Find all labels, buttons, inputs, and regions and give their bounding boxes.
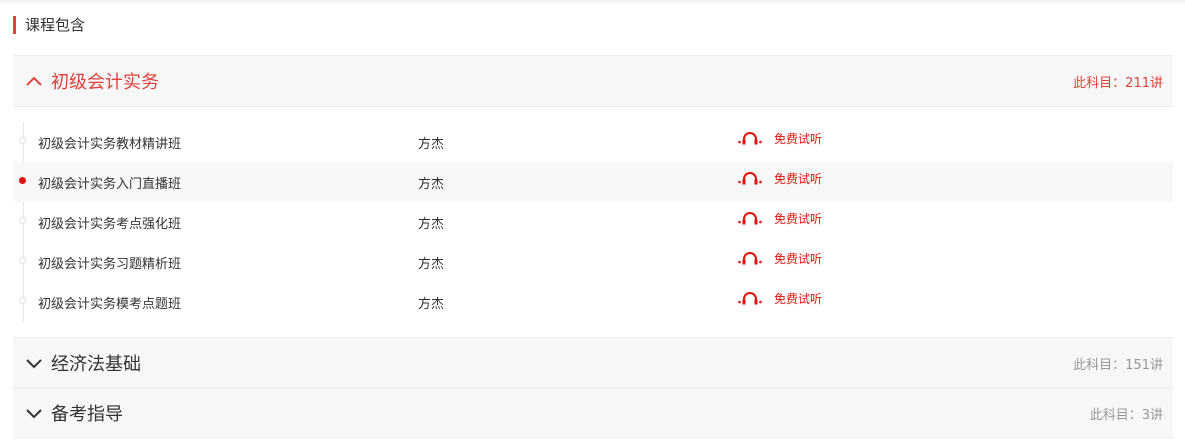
section-title-text: 课程包含 [25,16,86,34]
subject-name: 备考指导 [51,404,123,425]
subject-name: 初级会计实务 [51,72,159,93]
course-name: 初级会计实务考点强化班 [38,217,182,232]
subject-name: 经济法基础 [51,354,141,375]
title-accent-bar [13,16,16,34]
free-trial-link[interactable]: 免费试听 [738,209,822,227]
free-trial-link[interactable]: 免费试听 [738,169,822,187]
course-name: 初级会计实务入门直播班 [38,177,182,192]
timeline-dot [19,297,26,304]
subject-count: 此科目：3讲 [1089,407,1163,423]
free-trial-label: 免费试听 [774,171,823,186]
subject-header-3[interactable]: 备考指导 此科目：3讲 [13,388,1173,438]
chevron-down-icon [19,353,49,373]
subject-header-2[interactable]: 经济法基础 此科目：151讲 [13,337,1173,388]
headphones-icon [738,172,762,185]
free-trial-link[interactable]: 免费试听 [738,249,822,267]
subject-count: 此科目：211讲 [1073,75,1163,91]
top-divider [0,0,1185,3]
free-trial-link[interactable]: 免费试听 [738,129,822,147]
course-row[interactable]: 初级会计实务考点强化班 方杰 免费试听 [13,202,1173,242]
course-teacher: 方杰 [418,217,445,232]
chevron-up-icon [19,71,49,91]
headphones-icon [738,252,762,265]
course-name: 初级会计实务习题精析班 [38,257,182,272]
course-name: 初级会计实务教材精讲班 [38,137,182,152]
course-list: 初级会计实务教材精讲班 方杰 免费试听 初级会计实务入门直播班 方杰 免费试听 … [13,122,1173,322]
course-row[interactable]: 初级会计实务习题精析班 方杰 免费试听 [13,242,1173,282]
timeline-dot-active [19,177,26,184]
course-teacher: 方杰 [418,177,445,192]
course-row[interactable]: 初级会计实务入门直播班 方杰 免费试听 [13,162,1173,202]
chevron-down-icon [19,403,49,423]
free-trial-label: 免费试听 [774,211,823,226]
course-row[interactable]: 初级会计实务模考点题班 方杰 免费试听 [13,282,1173,322]
section-title: 课程包含 [13,16,85,34]
course-teacher: 方杰 [418,297,445,312]
headphones-icon [738,292,762,305]
course-teacher: 方杰 [418,137,445,152]
course-row[interactable]: 初级会计实务教材精讲班 方杰 免费试听 [13,122,1173,162]
timeline-dot [19,217,26,224]
subject-header-1[interactable]: 初级会计实务 此科目：211讲 [13,55,1173,107]
timeline-dot [19,137,26,144]
free-trial-label: 免费试听 [774,131,823,146]
course-teacher: 方杰 [418,257,445,272]
headphones-icon [738,132,762,145]
subject-count: 此科目：151讲 [1073,357,1163,373]
headphones-icon [738,212,762,225]
free-trial-label: 免费试听 [774,251,823,266]
free-trial-label: 免费试听 [774,291,823,306]
course-name: 初级会计实务模考点题班 [38,297,182,312]
timeline-dot [19,257,26,264]
free-trial-link[interactable]: 免费试听 [738,289,822,307]
